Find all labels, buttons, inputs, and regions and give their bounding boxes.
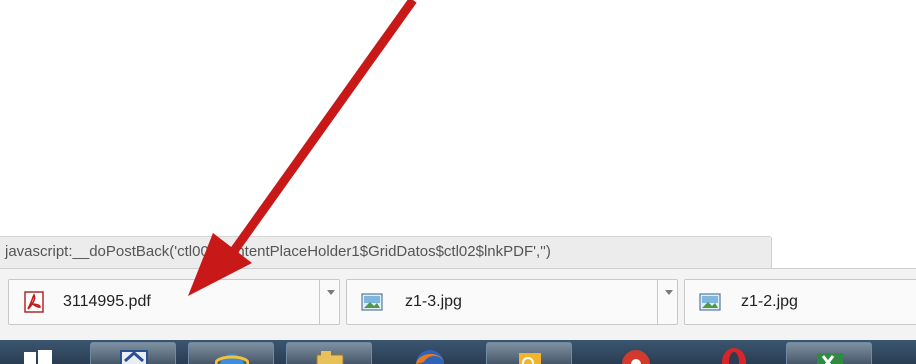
annotation-arrow-shaft bbox=[222, 0, 417, 265]
annotation-arrow bbox=[188, 0, 417, 296]
